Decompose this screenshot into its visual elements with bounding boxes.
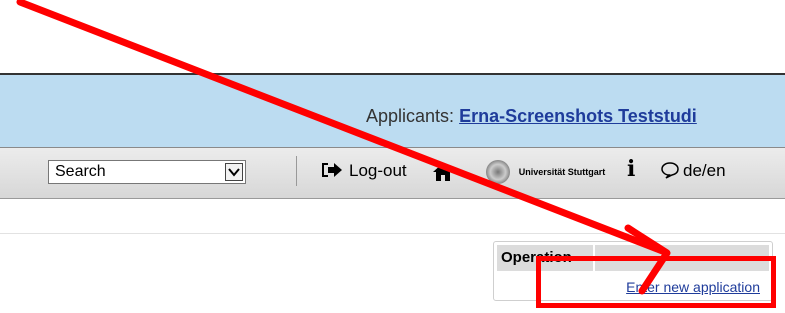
annotation-highlight-box [536, 256, 776, 308]
annotation-arrow-shaft [16, 0, 669, 256]
